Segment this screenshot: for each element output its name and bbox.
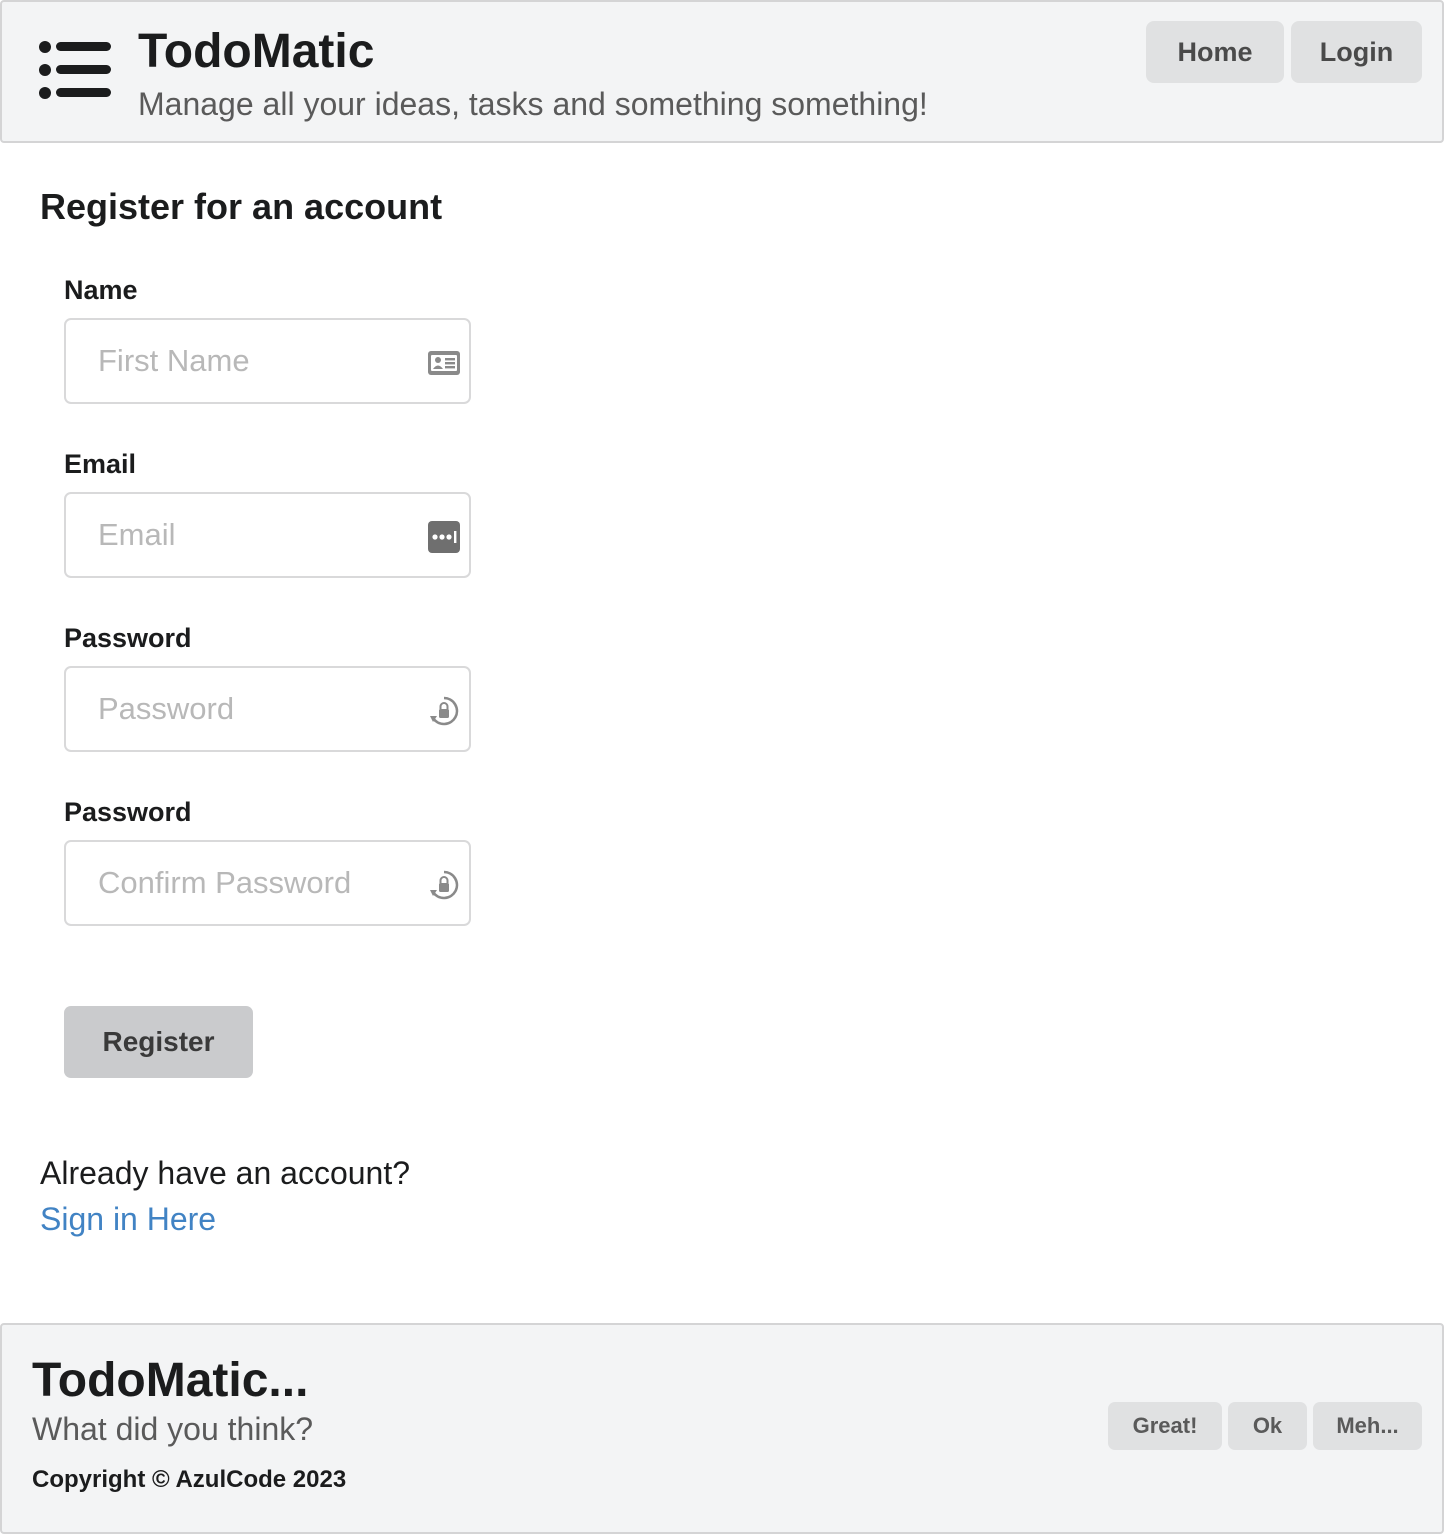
footer-subtitle: What did you think? (32, 1411, 314, 1447)
password-input[interactable] (98, 686, 418, 732)
list-icon (39, 41, 111, 99)
footer: TodoMatic... What did you think? Copyrig… (0, 1323, 1444, 1534)
name-field[interactable] (64, 318, 471, 404)
first-name-input[interactable] (98, 338, 418, 384)
copyright-text: Copyright © AzulCode 2023 (32, 1466, 347, 1493)
password-label: Password (64, 623, 192, 653)
register-button[interactable]: Register (64, 1006, 253, 1078)
name-label: Name (64, 275, 138, 305)
footer-title: TodoMatic... (32, 1354, 309, 1407)
password-manager-icon[interactable] (427, 520, 461, 554)
feedback-ok-button[interactable]: Ok (1228, 1402, 1307, 1450)
already-have-account-text: Already have an account? (40, 1155, 411, 1191)
email-label: Email (64, 449, 137, 479)
sign-in-link[interactable]: Sign in Here (40, 1198, 216, 1240)
feedback-great-button[interactable]: Great! (1108, 1402, 1222, 1450)
app-title: TodoMatic (138, 25, 375, 78)
password-field[interactable] (64, 666, 471, 752)
email-field[interactable] (64, 492, 471, 578)
confirm-password-field[interactable] (64, 840, 471, 926)
lock-refresh-icon[interactable] (427, 694, 461, 728)
form-heading: Register for an account (40, 186, 443, 227)
page: TodoMatic Manage all your ideas, tasks a… (0, 0, 1444, 1534)
confirm-password-label: Password (64, 797, 192, 827)
feedback-meh-button[interactable]: Meh... (1313, 1402, 1422, 1450)
login-button[interactable]: Login (1291, 21, 1422, 83)
confirm-password-input[interactable] (98, 860, 418, 906)
id-card-icon (428, 351, 460, 375)
home-button[interactable]: Home (1146, 21, 1284, 83)
app-subtitle: Manage all your ideas, tasks and somethi… (138, 86, 928, 122)
lock-refresh-icon[interactable] (427, 868, 461, 902)
email-input[interactable] (98, 512, 418, 558)
header-bar: TodoMatic Manage all your ideas, tasks a… (0, 0, 1444, 143)
